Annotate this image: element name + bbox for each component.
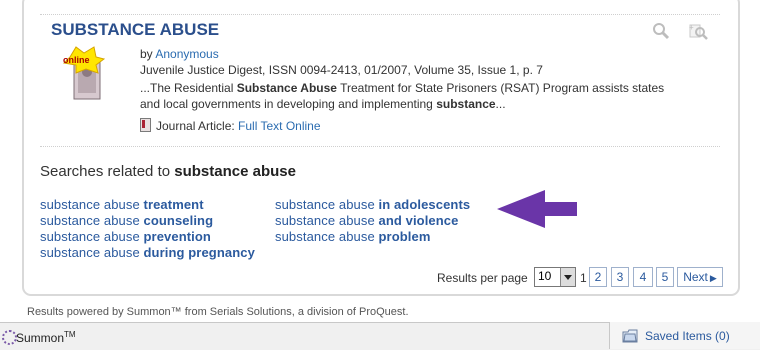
author-link[interactable]: Anonymous xyxy=(155,47,218,61)
per-page-value: 10 xyxy=(538,269,552,283)
related-base: substance abuse xyxy=(40,213,144,228)
page-link-4[interactable]: 4 xyxy=(633,267,653,287)
related-term: during pregnancy xyxy=(143,245,255,260)
related-search-link[interactable]: substance abuse counseling xyxy=(40,213,213,228)
related-term: problem xyxy=(378,229,431,244)
chevron-down-icon[interactable] xyxy=(560,268,575,286)
magnify-icon[interactable] xyxy=(652,22,670,40)
related-base: substance abuse xyxy=(275,213,379,228)
summon-brand-name: Summon xyxy=(16,331,65,345)
related-base: substance abuse xyxy=(40,245,144,260)
snippet-text: Treatment for State Prisoners (RSAT) Pro… xyxy=(336,81,665,95)
next-arrow-icon: ▶ xyxy=(709,273,717,283)
next-label: Next xyxy=(683,270,708,284)
related-search-link[interactable]: substance abuse during pregnancy xyxy=(40,245,255,260)
format-line: Journal Article: Full Text Online xyxy=(140,118,321,134)
related-term: counseling xyxy=(143,213,214,228)
related-base: substance abuse xyxy=(275,229,379,244)
per-page-select[interactable]: 10 xyxy=(534,267,576,287)
top-divider xyxy=(40,14,720,15)
related-term: and violence xyxy=(378,213,459,228)
related-term: prevention xyxy=(143,229,211,244)
result-title-link[interactable]: SUBSTANCE ABUSE xyxy=(51,20,219,40)
add-zoom-icon[interactable]: + xyxy=(688,22,710,40)
snippet-line-2: and local governments in developing and … xyxy=(140,96,506,112)
related-term: in adolescents xyxy=(378,197,471,212)
related-base: substance abuse xyxy=(40,229,144,244)
book-thumbnail-icon[interactable] xyxy=(56,45,110,103)
saved-items-label: Saved Items (0) xyxy=(645,329,730,343)
citation: Juvenile Justice Digest, ISSN 0094-2413,… xyxy=(140,63,543,77)
snippet-text: ...The Residential xyxy=(140,81,237,95)
page-link-3[interactable]: 3 xyxy=(611,267,629,287)
saved-items-button[interactable]: Saved Items (0) xyxy=(609,322,760,349)
related-search-link[interactable]: substance abuse and violence xyxy=(275,213,458,228)
full-text-link[interactable]: Full Text Online xyxy=(238,119,320,133)
online-badge: online xyxy=(63,55,90,65)
page-link-5[interactable]: 5 xyxy=(656,267,674,287)
summon-brand: SummonTM xyxy=(16,330,76,345)
related-heading-prefix: Searches related to xyxy=(40,163,175,180)
related-search-link[interactable]: substance abuse problem xyxy=(275,229,431,244)
summon-logo-icon xyxy=(2,330,17,345)
snippet-highlight: Substance Abuse xyxy=(236,81,337,95)
saved-folder-icon xyxy=(622,329,638,343)
page-link-2[interactable]: 2 xyxy=(589,267,607,287)
snippet-text: and local governments in developing and … xyxy=(140,97,437,111)
related-search-link[interactable]: substance abuse in adolescents xyxy=(275,197,470,212)
svg-text:+: + xyxy=(689,23,694,32)
snippet-highlight: substance xyxy=(436,97,496,111)
related-heading-query: substance abuse xyxy=(174,163,296,180)
related-search-link[interactable]: substance abuse treatment xyxy=(40,197,204,212)
mid-divider xyxy=(40,146,720,147)
related-searches-heading: Searches related to substance abuse xyxy=(40,163,296,180)
next-page-button[interactable]: Next ▶ xyxy=(677,267,723,287)
author-line: by Anonymous xyxy=(140,46,219,62)
related-base: substance abuse xyxy=(275,197,379,212)
document-icon xyxy=(140,118,151,132)
current-page: 1 xyxy=(580,271,587,285)
purple-arrow-icon xyxy=(497,190,577,228)
snippet-text: ... xyxy=(495,97,506,111)
format-type: Journal Article: xyxy=(156,119,235,133)
powered-by-text: Results powered by Summon™ from Serials … xyxy=(27,306,409,318)
results-per-page-label: Results per page xyxy=(437,271,528,285)
snippet-line-1: ...The Residential Substance Abuse Treat… xyxy=(140,80,664,96)
related-term: treatment xyxy=(143,197,204,212)
related-base: substance abuse xyxy=(40,197,144,212)
by-prefix: by xyxy=(140,47,153,61)
related-search-link[interactable]: substance abuse prevention xyxy=(40,229,211,244)
summon-brand-tm: TM xyxy=(64,330,76,339)
